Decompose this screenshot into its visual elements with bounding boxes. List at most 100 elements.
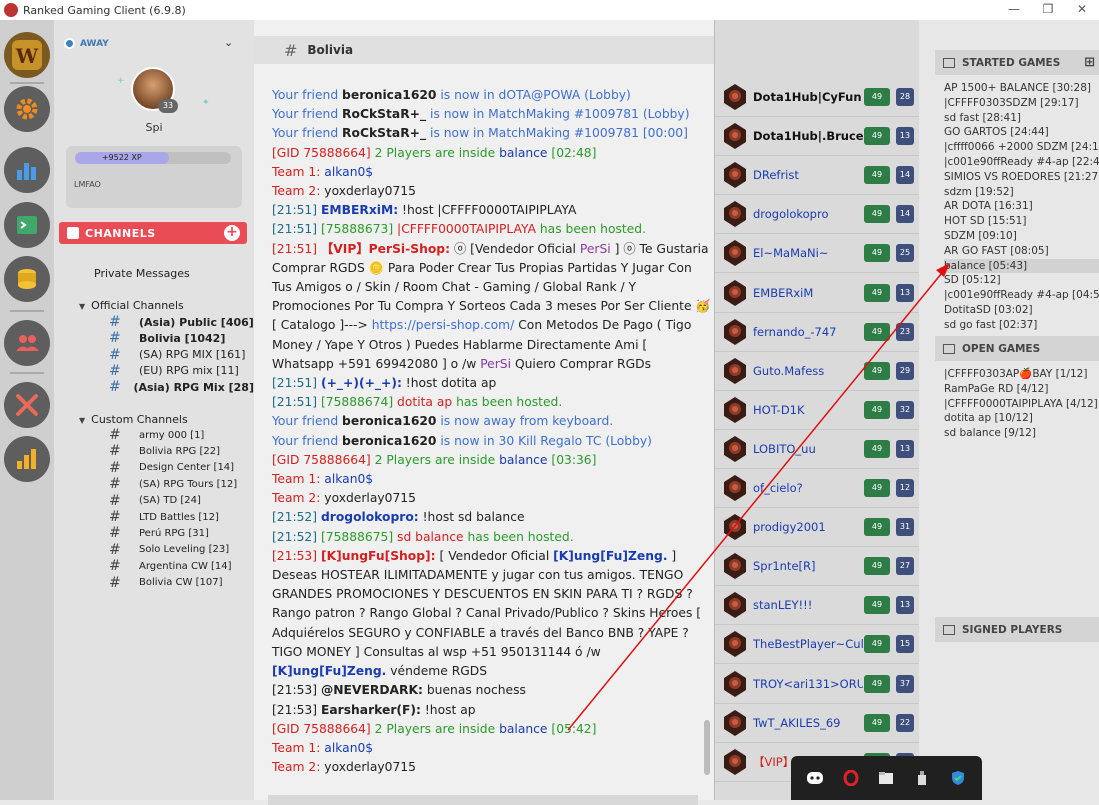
- opera-icon[interactable]: [842, 769, 860, 787]
- started-game-item[interactable]: SD [05:12]: [944, 273, 1099, 288]
- open-game-item[interactable]: sd balance [9/12]: [944, 426, 1099, 441]
- user-row[interactable]: stanLEY!!! 49 13: [715, 586, 920, 626]
- started-game-item[interactable]: AP 1500+ BALANCE [30:28]: [944, 81, 1099, 96]
- started-game-item[interactable]: GO GARTOS [24:44]: [944, 125, 1099, 140]
- started-game-item[interactable]: sd fast [28:41]: [944, 111, 1099, 126]
- message-segment[interactable]: https://persi-shop.com/: [372, 318, 515, 332]
- user-row[interactable]: TwT_AKILES_69 49 22: [715, 704, 920, 743]
- started-game-item[interactable]: SDZM [09:10]: [944, 229, 1099, 244]
- user-row[interactable]: Dota1Hub|.Brucewi49 13: [715, 117, 920, 157]
- user-row[interactable]: Guto.Mafess 49 29: [715, 352, 920, 391]
- user-row[interactable]: EMBERxiM 49 13: [715, 274, 920, 313]
- user-row[interactable]: drogolokopro 49 14: [715, 195, 920, 235]
- open-game-item[interactable]: RamPaGe RD [4/12]: [944, 382, 1099, 397]
- channel-item[interactable]: # (SA) RPG MIX [161]: [109, 347, 254, 363]
- user-level-badge: 49: [864, 361, 890, 380]
- channel-item[interactable]: # (EU) RPG mix [11]: [109, 363, 254, 379]
- started-game-item[interactable]: AR GO FAST [08:05]: [944, 244, 1099, 259]
- channel-item[interactable]: # Perú RPG [31]: [109, 525, 254, 541]
- started-game-item[interactable]: |c001e90ffReady #4-ap [22:40]: [944, 155, 1099, 170]
- started-game-item[interactable]: DotitaSD [03:02]: [944, 303, 1099, 318]
- channel-item[interactable]: # Bolivia CW [107]: [109, 575, 254, 591]
- channel-item[interactable]: # (SA) TD [24]: [109, 493, 254, 509]
- close-button[interactable]: ✕: [1065, 0, 1099, 18]
- channels-header: CHANNELS +: [59, 222, 247, 244]
- channel-item[interactable]: # LTD Battles [12]: [109, 509, 254, 525]
- user-row[interactable]: of_cielo? 49 12: [715, 469, 920, 508]
- user-row[interactable]: prodigy2001 49 31: [715, 508, 920, 548]
- channel-item[interactable]: # Bolivia [1042]: [109, 330, 254, 346]
- started-game-item[interactable]: |c001e90ffReady #4-ap [04:50]: [944, 288, 1099, 303]
- minimize-button[interactable]: —: [997, 0, 1031, 18]
- chat-scrollbar[interactable]: [704, 720, 710, 775]
- custom-channels-group[interactable]: ▼ Custom Channels: [79, 413, 188, 426]
- add-channel-button[interactable]: +: [224, 225, 240, 241]
- open-game-item[interactable]: |CFFFF0303AP🍎BAY [1/12]: [944, 367, 1099, 382]
- user-row[interactable]: Spr1nte[R] 49 27: [715, 547, 920, 587]
- user-row[interactable]: DRefrist 49 14: [715, 156, 920, 196]
- section-title: OPEN GAMES: [962, 342, 1041, 355]
- coins-icon[interactable]: [4, 256, 50, 302]
- message-list: Your friend beronica1620 is now in dOTA@…: [272, 86, 712, 777]
- user-row[interactable]: Dota1Hub|CyFun 49 28: [715, 78, 920, 117]
- started-game-item[interactable]: |CFFFF0303SDZM [29:17]: [944, 96, 1099, 111]
- discord-icon[interactable]: [806, 769, 824, 787]
- channel-item[interactable]: # Design Center [14]: [109, 460, 254, 476]
- user-row[interactable]: El~MaMaNi~ 49 25: [715, 234, 920, 274]
- file-explorer-icon[interactable]: [877, 769, 895, 787]
- profile-motto: LMFAO: [74, 180, 101, 189]
- user-level-badge: 49: [864, 205, 890, 224]
- user-name: drogolokopro: [753, 207, 829, 222]
- stats-chart-icon[interactable]: [4, 147, 50, 193]
- started-game-item[interactable]: HOT SD [15:51]: [944, 214, 1099, 229]
- message-segment: [03:36]: [547, 452, 597, 467]
- warcraft-game-icon[interactable]: W: [4, 32, 50, 78]
- channel-item[interactable]: # army 000 [1]: [109, 427, 254, 443]
- started-game-item[interactable]: balance [05:43]: [944, 258, 1099, 274]
- started-game-item[interactable]: AR DOTA [16:31]: [944, 199, 1099, 214]
- security-shield-icon[interactable]: [949, 769, 967, 787]
- terminal-icon[interactable]: [4, 202, 50, 248]
- open-games-header[interactable]: OPEN GAMES: [935, 336, 1099, 361]
- user-name: LOBITO_uu: [753, 441, 816, 456]
- message-segment: RoCkStaR+_: [342, 126, 427, 141]
- channel-item[interactable]: # (Asia) RPG Mix [28]: [109, 379, 254, 395]
- started-game-item[interactable]: sd go fast [02:37]: [944, 318, 1099, 333]
- chat-message: [GID 75888664] 2 Players are inside bala…: [272, 451, 712, 470]
- settings-gear-icon[interactable]: [4, 86, 50, 132]
- started-game-item[interactable]: sdzm [19:52]: [944, 185, 1099, 200]
- chevron-down-icon[interactable]: ⌄: [224, 36, 233, 49]
- open-game-item[interactable]: dotita ap [10/12]: [944, 411, 1099, 426]
- started-game-item[interactable]: |cffff0066 +2000 SDZM [24:10]: [944, 140, 1099, 155]
- message-segment: is now in dOTA@POWA (Lobby): [436, 88, 631, 102]
- maximize-button[interactable]: ❐: [1031, 0, 1065, 18]
- channels-title: CHANNELS: [85, 226, 156, 240]
- chat-input[interactable]: [268, 795, 698, 805]
- friends-icon[interactable]: [4, 320, 50, 366]
- channel-item[interactable]: # Solo Leveling [23]: [109, 542, 254, 558]
- signed-players-header[interactable]: SIGNED PLAYERS: [935, 617, 1099, 642]
- private-messages-link[interactable]: Private Messages: [94, 267, 190, 280]
- started-games-header[interactable]: STARTED GAMES ⊞: [935, 50, 1099, 75]
- message-segment: drogolokopro:: [320, 510, 419, 525]
- started-game-item[interactable]: SIMIOS VS ROEDORES [21:27]: [944, 170, 1099, 185]
- usb-drive-icon[interactable]: [913, 769, 931, 787]
- open-game-item[interactable]: |CFFFF0000TAIPIPLAYA [4/12]: [944, 397, 1099, 412]
- user-level-badge: 49: [864, 439, 890, 458]
- user-row[interactable]: fernando_-747 49 23: [715, 313, 920, 352]
- ranking-bars-icon[interactable]: [4, 436, 50, 482]
- channel-item[interactable]: # Argentina CW [14]: [109, 558, 254, 574]
- channel-item[interactable]: # (SA) RPG Tours [12]: [109, 476, 254, 492]
- user-row[interactable]: TheBestPlayer~Cultu49 15: [715, 625, 920, 665]
- channel-item[interactable]: # Bolivia RPG [22]: [109, 443, 254, 459]
- user-row[interactable]: TROY<ari131>ORUR 49 37: [715, 665, 920, 704]
- channel-item[interactable]: # (Asia) Public [406]: [109, 314, 254, 330]
- grid-view-icon[interactable]: ⊞: [1084, 55, 1095, 70]
- window-controls: — ❐ ✕: [997, 0, 1099, 18]
- message-segment: [75888675]: [320, 529, 398, 544]
- crossed-swords-icon[interactable]: [4, 382, 50, 428]
- status-selector[interactable]: AWAY: [64, 38, 109, 49]
- user-row[interactable]: HOT-D1K 49 32: [715, 391, 920, 430]
- user-row[interactable]: LOBITO_uu 49 13: [715, 430, 920, 469]
- official-channels-group[interactable]: ▼ Official Channels: [79, 299, 184, 312]
